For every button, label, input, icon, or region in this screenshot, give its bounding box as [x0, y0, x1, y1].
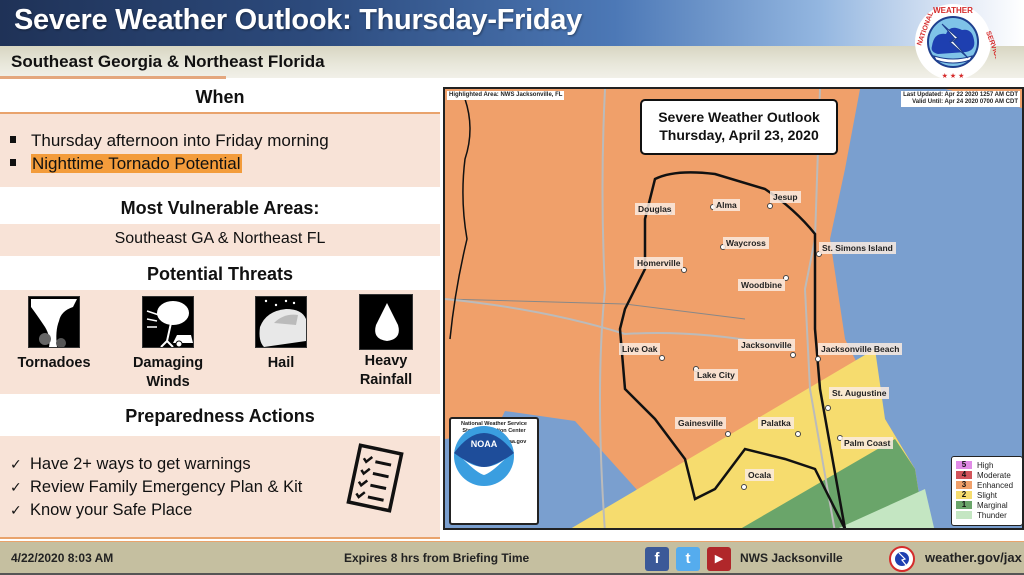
city-label: Homerville — [634, 257, 684, 269]
when-bullet-highlighted: Nighttime Tornado Potential — [10, 154, 242, 174]
when-heading: When — [195, 87, 245, 107]
city-dot — [725, 431, 731, 437]
svg-text:★ ★ ★: ★ ★ ★ — [942, 72, 965, 80]
threats-heading: Potential Threats — [146, 264, 294, 284]
when-divider — [0, 112, 440, 114]
city-dot — [825, 405, 831, 411]
risk-legend: 5 High 4 Moderate 3 Enhanced 2 Slight 1 Margi… — [951, 456, 1022, 526]
svg-text:WEATHER: WEATHER — [933, 6, 973, 15]
city-label: St. Augustine — [829, 387, 890, 399]
threats-section: Tornadoes Damaging Winds Hail Heavy Rain… — [0, 290, 440, 394]
legend-item: Thunder — [956, 510, 1018, 520]
bullet-square-icon — [10, 136, 16, 144]
vulnerable-section: Southeast GA & Northeast FL — [0, 224, 440, 256]
checkmark-icon: ✓ — [10, 479, 22, 495]
threat-damaging-winds: Damaging Winds — [123, 296, 213, 392]
threat-tornadoes: Tornadoes — [9, 296, 99, 373]
city-label: Jacksonville Beach — [818, 343, 903, 355]
footer-divider — [0, 537, 440, 539]
city-label: Ocala — [745, 469, 775, 481]
threat-hail: Hail — [236, 296, 326, 373]
twitter-icon[interactable]: t — [676, 547, 700, 571]
subtitle-bar: Southeast Georgia & Northeast Florida — [0, 46, 1024, 78]
city-label: Lake City — [694, 369, 738, 381]
highlighted-area-label: Highlighted Area: NWS Jacksonville, FL — [447, 91, 565, 100]
hail-icon — [255, 296, 307, 348]
legend-item: 1 Marginal — [956, 500, 1018, 510]
city-label: Douglas — [635, 203, 675, 215]
city-dot — [659, 355, 665, 361]
social-handle[interactable]: NWS Jacksonville — [740, 551, 843, 565]
city-label: Live Oak — [619, 343, 661, 355]
legend-item: 2 Slight — [956, 490, 1018, 500]
city-dot — [741, 484, 747, 490]
footer-bar: 4/22/2020 8:03 AM Expires 8 hrs from Bri… — [0, 541, 1024, 575]
outlook-map: Highlighted Area: NWS Jacksonville, FL L… — [443, 87, 1024, 530]
city-label: Jacksonville — [738, 339, 795, 351]
map-timestamps: Last Updated: Apr 22 2020 1257 AM CDT Va… — [901, 91, 1020, 107]
legend-item: 4 Moderate — [956, 470, 1018, 480]
preparedness-item: ✓ Review Family Emergency Plan & Kit — [10, 478, 303, 496]
city-dot — [790, 352, 796, 358]
city-label: Jesup — [770, 191, 801, 203]
city-label: Palatka — [758, 417, 794, 429]
city-label: Alma — [713, 199, 740, 211]
nws-logo-icon: WEATHER NATIONAL SERVICE ★ ★ ★ — [915, 4, 996, 80]
facebook-icon[interactable]: f — [645, 547, 669, 571]
checkmark-icon: ✓ — [10, 502, 22, 518]
expiration-note: Expires 8 hrs from Briefing Time — [344, 551, 530, 565]
nws-small-logo-icon — [889, 546, 915, 572]
page-title: Severe Weather Outlook: Thursday-Friday — [14, 4, 582, 36]
city-label: St. Simons Island — [819, 242, 896, 254]
wind-damage-icon — [142, 296, 194, 348]
city-label: Gainesville — [675, 417, 726, 429]
legend-item: 5 High — [956, 460, 1018, 470]
vulnerable-heading: Most Vulnerable Areas: — [120, 198, 320, 218]
checkmark-icon: ✓ — [10, 456, 22, 472]
bullet-square-icon — [10, 159, 16, 167]
city-label: Woodbine — [738, 279, 785, 291]
vulnerable-text: Southeast GA & Northeast FL — [114, 230, 326, 247]
city-label: Waycross — [723, 237, 769, 249]
legend-item: 3 Enhanced — [956, 480, 1018, 490]
city-dot — [795, 431, 801, 437]
noaa-logo-icon: NOAA — [454, 426, 514, 486]
tornado-icon — [28, 296, 80, 348]
website-link[interactable]: weather.gov/jax — [925, 550, 1022, 565]
when-bullet: Thursday afternoon into Friday morning — [10, 131, 329, 151]
city-label: Palm Coast — [841, 437, 894, 449]
raindrop-icon — [359, 294, 413, 350]
checklist-icon — [346, 443, 404, 513]
city-dot — [767, 203, 773, 209]
preparedness-item: ✓ Know your Safe Place — [10, 501, 193, 519]
when-section: Thursday afternoon into Friday morning N… — [0, 114, 440, 187]
youtube-icon[interactable]: ▶ — [707, 547, 731, 571]
svg-text:NOAA: NOAA — [471, 439, 498, 449]
noaa-spc-box: NOAA National Weather Service Storm Pred… — [449, 417, 539, 525]
preparedness-item: ✓ Have 2+ ways to get warnings — [10, 455, 251, 473]
briefing-timestamp: 4/22/2020 8:03 AM — [11, 551, 114, 565]
page-subtitle: Southeast Georgia & Northeast Florida — [11, 52, 325, 71]
city-dot — [815, 356, 821, 362]
preparedness-heading: Preparedness Actions — [125, 406, 315, 426]
map-title-box: Severe Weather Outlook Thursday, April 2… — [640, 99, 838, 155]
title-banner: Severe Weather Outlook: Thursday-Friday — [0, 0, 1024, 46]
threat-heavy-rainfall: Heavy Rainfall — [341, 294, 431, 390]
